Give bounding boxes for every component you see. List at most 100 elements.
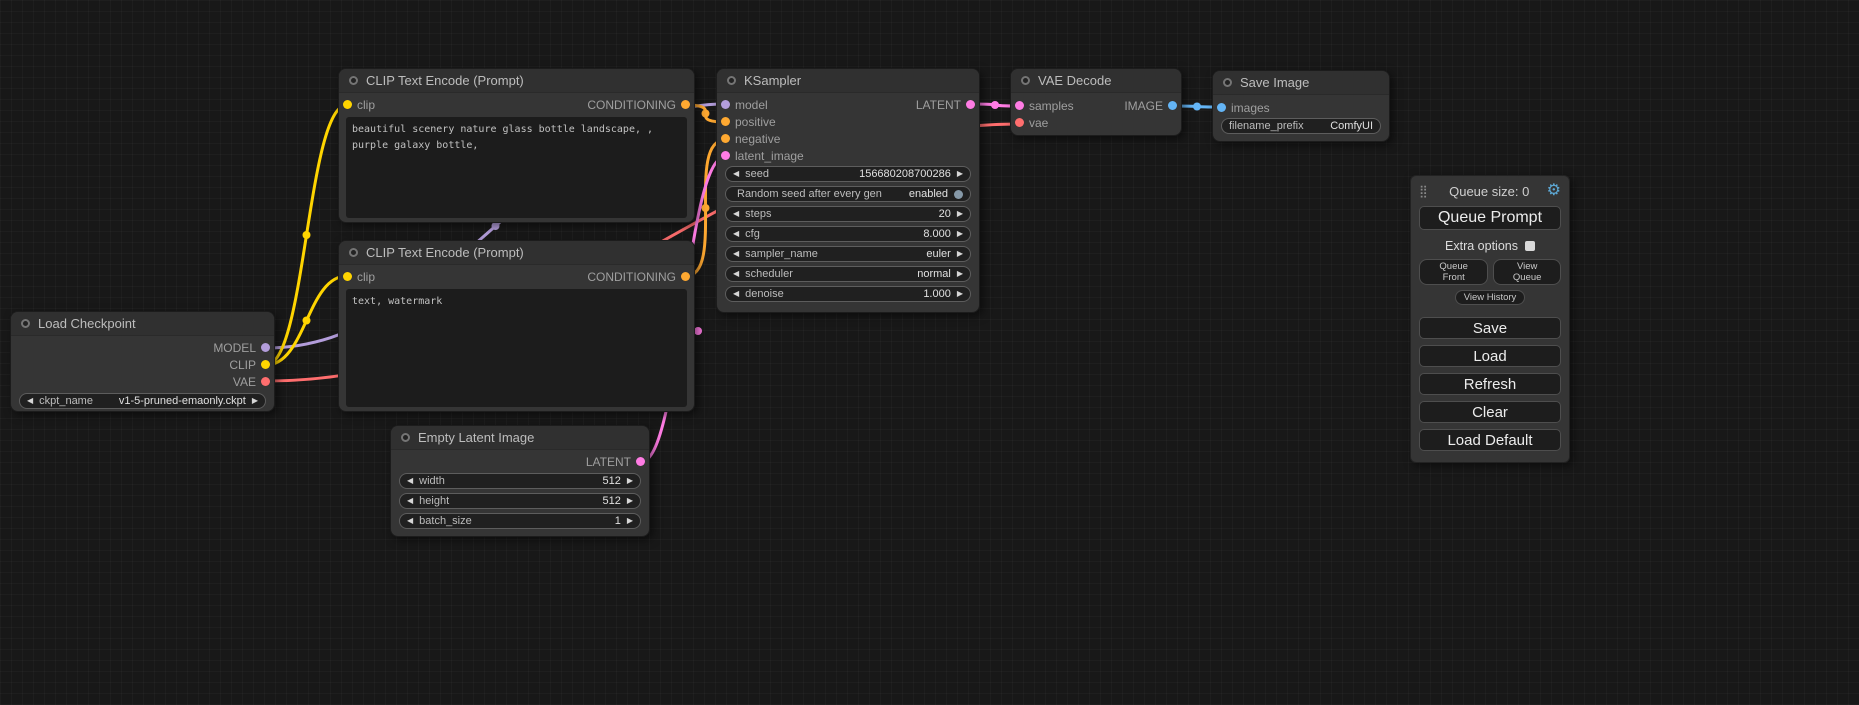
- decrement-arrow-icon[interactable]: ◀: [733, 290, 739, 298]
- image-output-port[interactable]: [1168, 101, 1177, 110]
- slot-row: latent_image: [717, 147, 979, 164]
- increment-arrow-icon[interactable]: ▶: [627, 497, 633, 505]
- node-load-checkpoint[interactable]: Load Checkpoint MODEL CLIP VAE ◀ ckpt_na…: [10, 311, 275, 412]
- sampler-name-widget[interactable]: ◀ sampler_name euler ▶: [725, 246, 971, 262]
- decrement-arrow-icon[interactable]: ◀: [733, 210, 739, 218]
- collapse-dot[interactable]: [1223, 78, 1232, 87]
- output-slot-clip: CLIP: [11, 356, 274, 373]
- node-title-bar[interactable]: KSampler: [717, 69, 979, 93]
- vae-output-port[interactable]: [261, 377, 270, 386]
- clip-output-port[interactable]: [261, 360, 270, 369]
- clip-to-positive-link-midpoint-dot: [303, 231, 311, 239]
- scheduler-widget[interactable]: ◀ scheduler normal ▶: [725, 266, 971, 282]
- clear-button[interactable]: Clear: [1419, 401, 1561, 423]
- collapse-dot[interactable]: [727, 76, 736, 85]
- widget-name: cfg: [745, 228, 760, 240]
- node-title: VAE Decode: [1038, 73, 1111, 88]
- node-ksampler[interactable]: KSampler model LATENT positive negative …: [716, 68, 980, 313]
- node-title-bar[interactable]: CLIP Text Encode (Prompt): [339, 69, 694, 93]
- collapse-dot[interactable]: [349, 248, 358, 257]
- collapse-dot[interactable]: [1021, 76, 1030, 85]
- clip-input-port[interactable]: [343, 272, 352, 281]
- positive-prompt-textarea[interactable]: beautiful scenery nature glass bottle la…: [346, 117, 687, 218]
- widget-name: batch_size: [419, 515, 472, 527]
- decrement-arrow-icon[interactable]: ◀: [407, 477, 413, 485]
- node-clip-text-encode-negative[interactable]: CLIP Text Encode (Prompt) clip CONDITION…: [338, 240, 695, 412]
- view-history-button[interactable]: View History: [1455, 290, 1526, 305]
- widget-value: 512: [602, 475, 620, 487]
- increment-arrow-icon[interactable]: ▶: [252, 397, 258, 405]
- node-title-bar[interactable]: Load Checkpoint: [11, 312, 274, 336]
- decrement-arrow-icon[interactable]: ◀: [733, 250, 739, 258]
- ckpt-name-widget[interactable]: ◀ ckpt_name v1-5-pruned-emaonly.ckpt ▶: [19, 393, 266, 409]
- increment-arrow-icon[interactable]: ▶: [627, 517, 633, 525]
- refresh-button[interactable]: Refresh: [1419, 373, 1561, 395]
- increment-arrow-icon[interactable]: ▶: [957, 250, 963, 258]
- width-widget[interactable]: ◀ width 512 ▶: [399, 473, 641, 489]
- model-link-midpoint-dot: [492, 222, 500, 230]
- latent-output-port[interactable]: [636, 457, 645, 466]
- drag-handle[interactable]: ⣿: [1419, 184, 1428, 198]
- save-button[interactable]: Save: [1419, 317, 1561, 339]
- denoise-widget[interactable]: ◀ denoise 1.000 ▶: [725, 286, 971, 302]
- widget-value: enabled: [909, 188, 948, 200]
- steps-widget[interactable]: ◀ steps 20 ▶: [725, 206, 971, 222]
- node-empty-latent-image[interactable]: Empty Latent Image LATENT ◀ width 512 ▶ …: [390, 425, 650, 537]
- height-widget[interactable]: ◀ height 512 ▶: [399, 493, 641, 509]
- widget-value: 512: [602, 495, 620, 507]
- collapse-dot[interactable]: [401, 433, 410, 442]
- slot-row: positive: [717, 113, 979, 130]
- node-vae-decode[interactable]: VAE Decode samples IMAGE vae: [1010, 68, 1182, 136]
- clip-input-port[interactable]: [343, 100, 352, 109]
- increment-arrow-icon[interactable]: ▶: [957, 270, 963, 278]
- positive-input-port[interactable]: [721, 117, 730, 126]
- model-output-port[interactable]: [261, 343, 270, 352]
- negative-input-port[interactable]: [721, 134, 730, 143]
- latent-image-input-port[interactable]: [721, 151, 730, 160]
- decrement-arrow-icon[interactable]: ◀: [27, 397, 33, 405]
- samples-input-port[interactable]: [1015, 101, 1024, 110]
- filename-prefix-widget[interactable]: filename_prefix ComfyUI: [1221, 118, 1381, 134]
- widget-name: steps: [745, 208, 771, 220]
- latent-output-port[interactable]: [966, 100, 975, 109]
- collapse-dot[interactable]: [349, 76, 358, 85]
- widget-name: ckpt_name: [39, 395, 93, 407]
- node-save-image[interactable]: Save Image images filename_prefix ComfyU…: [1212, 70, 1390, 142]
- load-default-button[interactable]: Load Default: [1419, 429, 1561, 451]
- increment-arrow-icon[interactable]: ▶: [957, 230, 963, 238]
- node-clip-text-encode-positive[interactable]: CLIP Text Encode (Prompt) clip CONDITION…: [338, 68, 695, 223]
- collapse-dot[interactable]: [21, 319, 30, 328]
- view-queue-button[interactable]: View Queue: [1493, 259, 1561, 285]
- queue-prompt-button[interactable]: Queue Prompt: [1419, 206, 1561, 230]
- output-slot-model: MODEL: [11, 339, 274, 356]
- widget-value: 8.000: [923, 228, 951, 240]
- decrement-arrow-icon[interactable]: ◀: [407, 497, 413, 505]
- images-input-port[interactable]: [1217, 103, 1226, 112]
- node-title-bar[interactable]: Save Image: [1213, 71, 1389, 95]
- seed-widget[interactable]: ◀ seed 156680208700286 ▶: [725, 166, 971, 182]
- increment-arrow-icon[interactable]: ▶: [957, 290, 963, 298]
- model-input-port[interactable]: [721, 100, 730, 109]
- increment-arrow-icon[interactable]: ▶: [957, 170, 963, 178]
- node-title-bar[interactable]: VAE Decode: [1011, 69, 1181, 93]
- negative-prompt-textarea[interactable]: text, watermark: [346, 289, 687, 407]
- toggle-dot[interactable]: [954, 190, 963, 199]
- node-title-bar[interactable]: CLIP Text Encode (Prompt): [339, 241, 694, 265]
- queue-front-button[interactable]: Queue Front: [1419, 259, 1488, 285]
- decrement-arrow-icon[interactable]: ◀: [733, 270, 739, 278]
- vae-input-port[interactable]: [1015, 118, 1024, 127]
- increment-arrow-icon[interactable]: ▶: [627, 477, 633, 485]
- decrement-arrow-icon[interactable]: ◀: [733, 230, 739, 238]
- batch-size-widget[interactable]: ◀ batch_size 1 ▶: [399, 513, 641, 529]
- settings-gear-icon[interactable]: ⚙: [1547, 183, 1561, 199]
- node-title-bar[interactable]: Empty Latent Image: [391, 426, 649, 450]
- cfg-widget[interactable]: ◀ cfg 8.000 ▶: [725, 226, 971, 242]
- load-button[interactable]: Load: [1419, 345, 1561, 367]
- conditioning-output-port[interactable]: [681, 100, 690, 109]
- extra-options-checkbox[interactable]: [1525, 241, 1535, 251]
- increment-arrow-icon[interactable]: ▶: [957, 210, 963, 218]
- conditioning-output-port[interactable]: [681, 272, 690, 281]
- random-seed-toggle-widget[interactable]: Random seed after every gen enabled: [725, 186, 971, 202]
- decrement-arrow-icon[interactable]: ◀: [407, 517, 413, 525]
- decrement-arrow-icon[interactable]: ◀: [733, 170, 739, 178]
